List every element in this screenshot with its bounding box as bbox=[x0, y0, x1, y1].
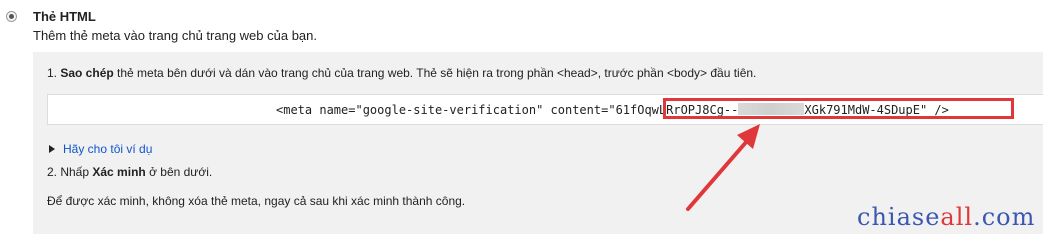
watermark-logo: chiaseall.com bbox=[857, 203, 1036, 231]
option-title: Thẻ HTML bbox=[33, 9, 96, 24]
meta-tag-code-box[interactable]: <meta name="google-site-verification" co… bbox=[47, 94, 1043, 125]
step-2: 2. Nhấp Xác minh ở bên dưới. bbox=[47, 165, 213, 179]
html-tag-radio[interactable] bbox=[6, 11, 17, 22]
expand-triangle-icon bbox=[49, 145, 55, 153]
step-1-bold: Sao chép bbox=[60, 66, 114, 80]
show-example-toggle[interactable]: Hãy cho tôi ví dụ bbox=[49, 142, 152, 156]
show-example-link[interactable]: Hãy cho tôi ví dụ bbox=[63, 142, 152, 156]
step-2-bold: Xác minh bbox=[92, 165, 146, 179]
option-description: Thêm thẻ meta vào trang chủ trang web củ… bbox=[33, 28, 318, 43]
verification-code-highlight bbox=[663, 98, 1014, 119]
step-1: 1. Sao chép thẻ meta bên dưới và dán vào… bbox=[47, 66, 757, 80]
verification-note: Để được xác minh, không xóa thẻ meta, ng… bbox=[47, 194, 466, 208]
